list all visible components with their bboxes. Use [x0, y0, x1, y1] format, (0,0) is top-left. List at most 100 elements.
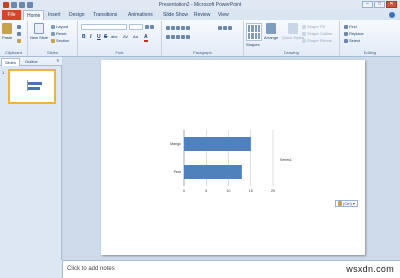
font-name-dropdown[interactable]: [81, 24, 127, 30]
shape-icon: [257, 32, 260, 39]
close-button[interactable]: ✕: [386, 1, 397, 8]
layout-button[interactable]: Layout: [51, 24, 68, 29]
maximize-button[interactable]: □: [374, 1, 385, 8]
tab-slides[interactable]: Slides: [1, 58, 20, 66]
layout-icon: [51, 24, 55, 29]
align-right-icon: [176, 34, 180, 39]
reset-icon: [51, 31, 55, 36]
tab-home[interactable]: Home: [23, 10, 45, 20]
text-direction-buttons[interactable]: [218, 25, 233, 30]
tab-slide-show[interactable]: Slide Show: [160, 10, 191, 20]
editing-group-label: Editing: [363, 50, 377, 55]
notes-placeholder[interactable]: Click to add notes: [67, 266, 115, 272]
font-grow-shrink[interactable]: [145, 24, 155, 29]
editing-group: Find Replace Select Editing: [340, 21, 400, 56]
shape-icon: [251, 25, 254, 32]
font-size-dropdown[interactable]: [129, 24, 143, 30]
slides-group-label: Slides: [47, 50, 58, 55]
shape-outline-icon: [302, 31, 306, 36]
close-pane-icon[interactable]: x: [57, 58, 60, 64]
italic-button[interactable]: I: [90, 34, 91, 40]
shapes-button[interactable]: Shapes: [246, 42, 260, 47]
tab-design[interactable]: Design: [66, 10, 88, 20]
category-label: Mango: [170, 142, 181, 146]
change-case-button[interactable]: Aa: [133, 34, 138, 39]
cut-icon: [17, 24, 21, 29]
paste-button[interactable]: Paste: [2, 23, 12, 40]
shape-outline-button[interactable]: Shape Outline: [302, 31, 332, 36]
line-spacing-icon: [186, 25, 190, 30]
tab-animations[interactable]: Animations: [125, 10, 156, 20]
quick-styles-icon: [288, 23, 299, 34]
help-icon[interactable]: [389, 12, 395, 18]
thumbnail-bar: [28, 87, 40, 90]
bullets-icon: [166, 25, 170, 30]
paste-icon: [2, 23, 13, 34]
underline-button[interactable]: U: [97, 34, 101, 40]
format-painter-button[interactable]: [17, 38, 22, 43]
bar-chart[interactable]: 0 5 10 15 20 Mango Pear Series1: [101, 60, 365, 255]
clipboard-group: Paste Clipboard: [0, 21, 28, 56]
tab-outline[interactable]: Outline: [22, 58, 41, 66]
strikethrough-button[interactable]: S: [104, 34, 107, 40]
character-spacing-button[interactable]: AV: [123, 34, 128, 39]
shape-fill-button[interactable]: Shape Fill: [302, 24, 325, 29]
format-painter-icon: [17, 38, 21, 43]
alignment-buttons[interactable]: [166, 34, 191, 39]
copy-button[interactable]: [17, 31, 22, 36]
replace-icon: [344, 31, 348, 36]
section-icon: [51, 38, 55, 43]
shapes-gallery[interactable]: [246, 23, 262, 41]
text-direction-icon: [218, 25, 222, 30]
minimize-button[interactable]: –: [362, 1, 373, 8]
watermark: wsxdn.com: [346, 264, 394, 274]
text-shadow-button[interactable]: abc: [111, 34, 117, 39]
chart-bar: [184, 137, 251, 151]
title-bar: Presentation2 - Microsoft PowerPoint – □…: [0, 0, 400, 10]
cut-button[interactable]: [17, 24, 22, 29]
bold-button[interactable]: B: [82, 34, 86, 40]
select-icon: [344, 38, 348, 43]
shape-icon: [254, 32, 257, 39]
columns-icon: [186, 34, 190, 39]
arrange-button[interactable]: Arrange: [264, 23, 278, 40]
slide-editor: 0 5 10 15 20 Mango Pear Series1 (Ctrl) ▾: [63, 57, 400, 260]
slide-canvas[interactable]: 0 5 10 15 20 Mango Pear Series1 (Ctrl) ▾: [101, 60, 365, 255]
thumbnail-bar: [28, 82, 42, 85]
save-icon[interactable]: [11, 2, 17, 8]
shape-icon: [251, 32, 254, 39]
shape-effects-button[interactable]: Shape Effects: [302, 38, 332, 43]
x-tick-label: 10: [227, 189, 231, 193]
slide-thumbnail[interactable]: [8, 69, 56, 104]
numbering-icon: [171, 25, 175, 30]
slides-panel: Slides Outline x 1: [0, 57, 62, 260]
powerpoint-app-icon[interactable]: [3, 2, 9, 8]
align-center-icon: [171, 34, 175, 39]
shrink-font-icon: [150, 24, 154, 29]
tab-file[interactable]: File: [2, 10, 21, 20]
section-button[interactable]: Section: [51, 38, 69, 43]
chevron-down-icon: ▾: [352, 201, 355, 206]
find-icon: [344, 24, 348, 29]
font-color-button[interactable]: A: [144, 34, 148, 42]
shape-fill-icon: [302, 24, 306, 29]
arrange-icon: [266, 23, 277, 34]
shape-icon: [248, 32, 251, 39]
list-buttons[interactable]: [166, 25, 191, 30]
smartart-icon: [228, 25, 232, 30]
paste-options-button[interactable]: (Ctrl) ▾: [335, 200, 358, 207]
tab-review[interactable]: Review: [191, 10, 213, 20]
x-tick-label: 15: [249, 189, 253, 193]
font-group: B I U S abc AV Aa A Font: [78, 21, 162, 56]
replace-button[interactable]: Replace: [344, 31, 364, 36]
undo-icon[interactable]: [19, 2, 25, 8]
select-button[interactable]: Select: [344, 38, 360, 43]
tab-transitions[interactable]: Transitions: [90, 10, 120, 20]
redo-icon[interactable]: [27, 2, 33, 8]
quick-styles-button[interactable]: Quick Styles: [282, 23, 304, 40]
new-slide-button[interactable]: New Slide: [30, 23, 48, 40]
tab-view[interactable]: View: [215, 10, 232, 20]
reset-button[interactable]: Reset: [51, 31, 66, 36]
tab-insert[interactable]: Insert: [45, 10, 64, 20]
find-button[interactable]: Find: [344, 24, 357, 29]
